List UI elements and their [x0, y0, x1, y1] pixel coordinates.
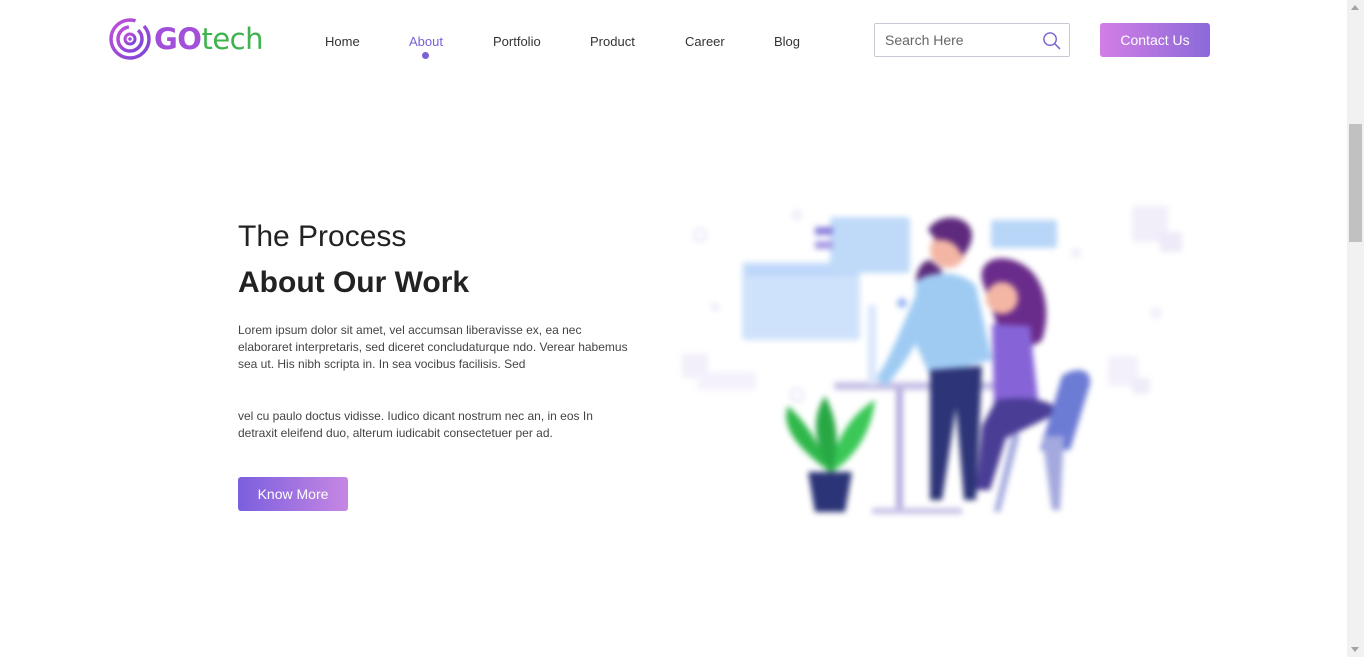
section-subtitle: The Process [238, 220, 407, 253]
logo-go: GO [154, 22, 202, 56]
site-header: GOtech Home About Portfolio Product Care… [0, 0, 1347, 80]
nav-home[interactable]: Home [325, 34, 360, 49]
nav-product[interactable]: Product [590, 34, 635, 49]
know-more-button[interactable]: Know More [238, 477, 348, 511]
active-indicator-dot [422, 52, 430, 59]
logo[interactable]: GOtech [108, 17, 264, 61]
nav-portfolio[interactable]: Portfolio [493, 34, 541, 49]
nav-blog[interactable]: Blog [774, 34, 800, 49]
vertical-scrollbar[interactable] [1347, 0, 1364, 657]
search-input[interactable] [885, 32, 1035, 48]
scroll-down-arrow-icon[interactable] [1351, 647, 1359, 652]
section-title: About Our Work [238, 266, 470, 299]
search-icon[interactable] [1042, 31, 1061, 50]
paragraph-2: vel cu paulo doctus vidisse. Iudico dica… [238, 409, 593, 440]
nav-career[interactable]: Career [685, 34, 725, 49]
search-box [874, 23, 1070, 57]
logo-text: GOtech [154, 22, 264, 56]
office-work-illustration [682, 206, 1182, 514]
paragraph-1: Lorem ipsum dolor sit amet, vel accumsan… [238, 323, 628, 371]
scroll-thumb[interactable] [1349, 124, 1362, 242]
logo-tech: tech [201, 22, 264, 56]
nav-about[interactable]: About [409, 34, 443, 59]
logo-target-icon [109, 18, 151, 60]
scroll-up-arrow-icon[interactable] [1351, 5, 1359, 10]
contact-us-button[interactable]: Contact Us [1100, 23, 1210, 57]
nav-about-label: About [409, 34, 443, 49]
